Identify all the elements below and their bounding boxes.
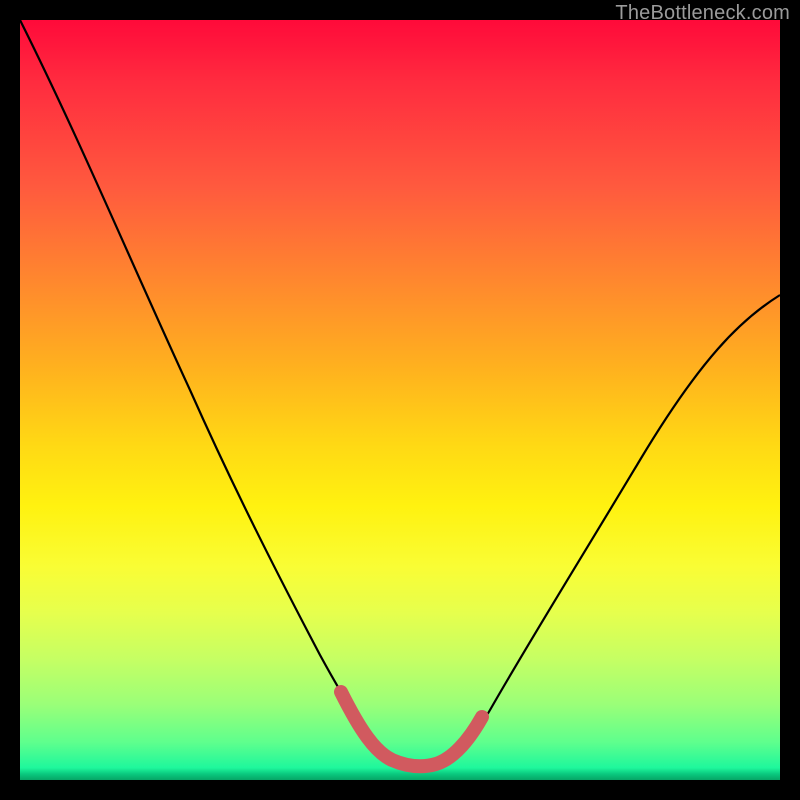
chart-frame: TheBottleneck.com <box>0 0 800 800</box>
bottleneck-curve <box>20 20 780 780</box>
curve-main-path <box>20 20 780 766</box>
curve-highlight-path <box>341 692 482 766</box>
plot-area <box>20 20 780 780</box>
